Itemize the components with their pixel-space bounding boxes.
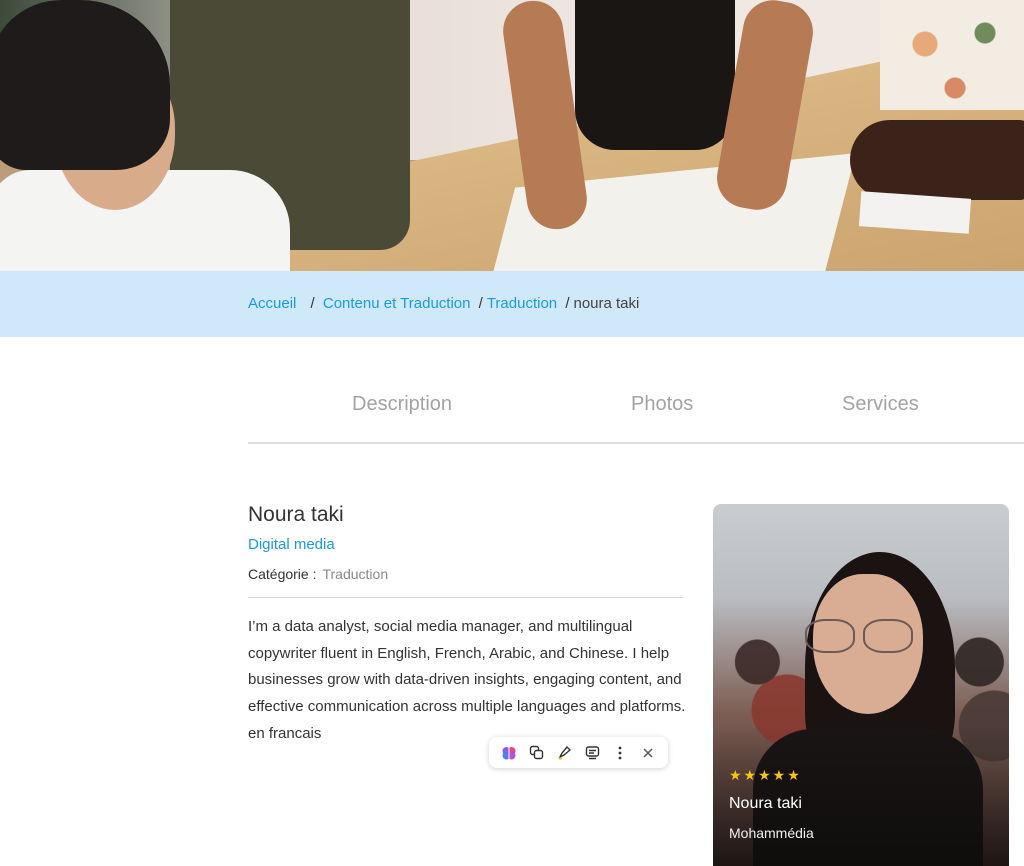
profile-specialty-link[interactable]: Digital media <box>248 536 335 553</box>
card-name: Noura taki <box>729 795 802 812</box>
profile-name: Noura taki <box>248 503 344 526</box>
floating-toolbar <box>489 737 668 768</box>
tab-services[interactable]: Services <box>842 393 919 416</box>
card-city: Mohammédia <box>729 825 814 841</box>
breadcrumb-current: noura taki <box>573 295 640 312</box>
hero-floral-dress <box>880 0 1024 110</box>
breadcrumb-subcategory-link[interactable]: Traduction <box>487 295 557 312</box>
breadcrumb: Accueil / Contenu et Traduction / Traduct… <box>248 295 639 312</box>
tab-photos[interactable]: Photos <box>631 393 693 416</box>
breadcrumb-bar: Accueil / Contenu et Traduction / Traduct… <box>0 271 1024 337</box>
close-icon[interactable] <box>638 743 658 763</box>
copy-icon[interactable] <box>527 743 547 763</box>
note-icon[interactable] <box>582 743 602 763</box>
hero-hand-right <box>850 120 1024 200</box>
breadcrumb-separator: / <box>478 295 483 312</box>
profile-card[interactable]: ★★★★★ Noura taki Mohammédia <box>713 504 1009 866</box>
rating-stars: ★★★★★ <box>729 767 802 783</box>
brain-icon[interactable] <box>499 743 519 763</box>
more-icon[interactable] <box>610 743 630 763</box>
highlight-icon[interactable] <box>555 743 575 763</box>
profile-bio: I’m a data analyst, social media manager… <box>248 618 686 742</box>
divider <box>248 597 683 598</box>
hero-person-center <box>499 0 818 250</box>
category-value: Traduction <box>322 566 389 582</box>
category-label: Catégorie : <box>248 566 317 582</box>
card-portrait-glasses <box>805 619 925 653</box>
hero-person-left <box>0 0 290 271</box>
breadcrumb-separator: / <box>565 295 570 312</box>
breadcrumb-separator: / <box>310 295 315 312</box>
hero-image <box>0 0 1024 271</box>
breadcrumb-category-link[interactable]: Contenu et Traduction <box>323 295 471 312</box>
profile-category: Catégorie : Traduction <box>248 566 388 582</box>
profile-tabs: Description Photos Services <box>248 378 1024 444</box>
tab-description[interactable]: Description <box>352 393 452 416</box>
breadcrumb-home-link[interactable]: Accueil <box>248 295 296 312</box>
